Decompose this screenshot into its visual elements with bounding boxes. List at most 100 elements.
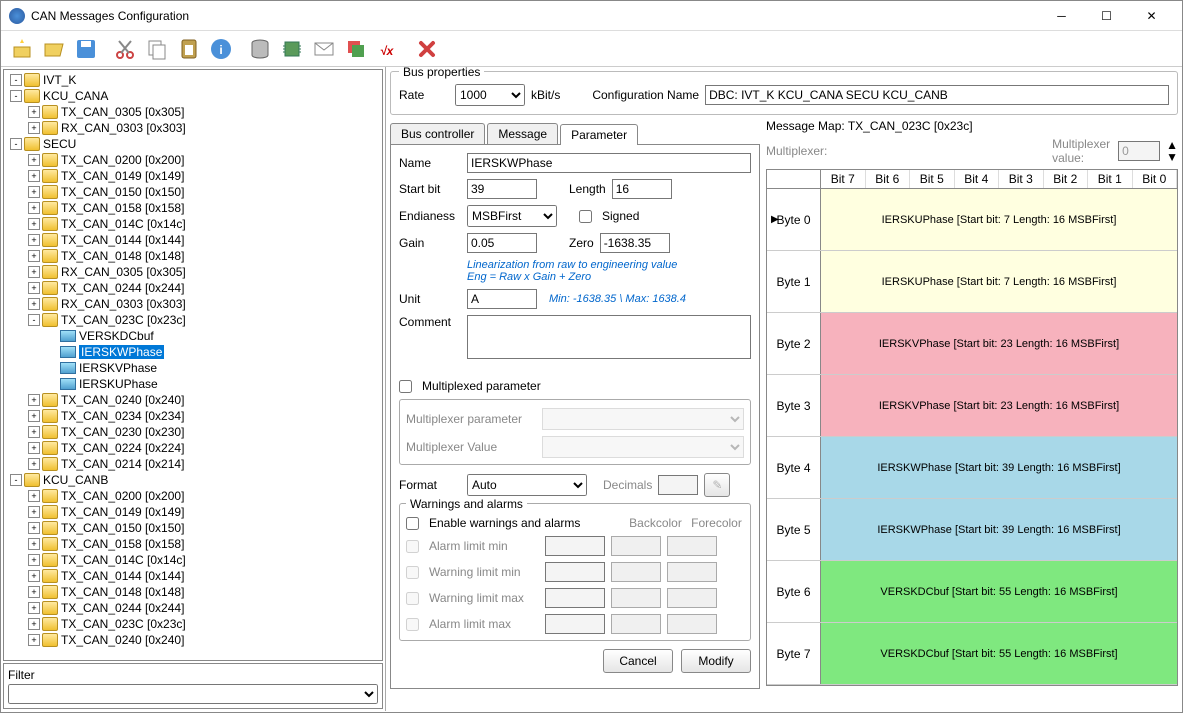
- format-select[interactable]: Auto: [467, 474, 587, 496]
- tree-item[interactable]: +RX_CAN_0303 [0x303]: [6, 120, 380, 136]
- byte-row[interactable]: Byte 6VERSKDCbuf [Start bit: 55 Length: …: [767, 561, 1177, 623]
- tree-item[interactable]: +TX_CAN_0144 [0x144]: [6, 568, 380, 584]
- new-icon[interactable]: [7, 34, 37, 64]
- database-icon[interactable]: [245, 34, 275, 64]
- expand-icon[interactable]: +: [28, 522, 40, 534]
- expand-icon[interactable]: +: [28, 154, 40, 166]
- expand-icon[interactable]: +: [28, 106, 40, 118]
- expand-icon[interactable]: +: [28, 442, 40, 454]
- zero-input[interactable]: [600, 233, 670, 253]
- cut-icon[interactable]: [110, 34, 140, 64]
- tree-item[interactable]: +TX_CAN_0305 [0x305]: [6, 104, 380, 120]
- formula-icon[interactable]: √x: [373, 34, 403, 64]
- expand-icon[interactable]: +: [28, 298, 40, 310]
- tree-item[interactable]: IERSKWPhase: [6, 344, 380, 360]
- tree-item[interactable]: VERSKDCbuf: [6, 328, 380, 344]
- tree-item[interactable]: +RX_CAN_0303 [0x303]: [6, 296, 380, 312]
- cancel-button[interactable]: Cancel: [603, 649, 673, 673]
- name-input[interactable]: [467, 153, 751, 173]
- tree-item[interactable]: +TX_CAN_0144 [0x144]: [6, 232, 380, 248]
- tree-item[interactable]: +TX_CAN_0224 [0x224]: [6, 440, 380, 456]
- expand-icon[interactable]: +: [28, 570, 40, 582]
- expand-icon[interactable]: -: [10, 74, 22, 86]
- comment-input[interactable]: [467, 315, 751, 359]
- expand-icon[interactable]: +: [28, 394, 40, 406]
- minimize-button[interactable]: ─: [1039, 2, 1084, 30]
- gain-input[interactable]: [467, 233, 537, 253]
- expand-icon[interactable]: +: [28, 410, 40, 422]
- byte-row[interactable]: Byte 7VERSKDCbuf [Start bit: 55 Length: …: [767, 623, 1177, 685]
- tree-item[interactable]: +TX_CAN_0230 [0x230]: [6, 424, 380, 440]
- byte-row[interactable]: Byte 5IERSKWPhase [Start bit: 39 Length:…: [767, 499, 1177, 561]
- expand-icon[interactable]: +: [28, 618, 40, 630]
- cfgname-input[interactable]: [705, 85, 1169, 105]
- tree-item[interactable]: +TX_CAN_0148 [0x148]: [6, 248, 380, 264]
- tree-item[interactable]: +TX_CAN_023C [0x23c]: [6, 616, 380, 632]
- expand-icon[interactable]: +: [28, 282, 40, 294]
- startbit-input[interactable]: [467, 179, 537, 199]
- expand-icon[interactable]: +: [28, 234, 40, 246]
- save-icon[interactable]: [71, 34, 101, 64]
- rate-select[interactable]: 1000: [455, 84, 525, 106]
- tree-item[interactable]: +TX_CAN_0158 [0x158]: [6, 536, 380, 552]
- expand-icon[interactable]: +: [28, 170, 40, 182]
- tab-message[interactable]: Message: [487, 123, 558, 144]
- byte-row[interactable]: Byte 4IERSKWPhase [Start bit: 39 Length:…: [767, 437, 1177, 499]
- unit-input[interactable]: [467, 289, 537, 309]
- tree-item[interactable]: -KCU_CANA: [6, 88, 380, 104]
- byte-row[interactable]: Byte 2IERSKVPhase [Start bit: 23 Length:…: [767, 313, 1177, 375]
- tree-item[interactable]: +TX_CAN_0150 [0x150]: [6, 520, 380, 536]
- tree-item[interactable]: +TX_CAN_0150 [0x150]: [6, 184, 380, 200]
- expand-icon[interactable]: +: [28, 586, 40, 598]
- open-icon[interactable]: [39, 34, 69, 64]
- tree-item[interactable]: +TX_CAN_0148 [0x148]: [6, 584, 380, 600]
- tree-item[interactable]: +TX_CAN_0149 [0x149]: [6, 168, 380, 184]
- expand-icon[interactable]: +: [28, 506, 40, 518]
- tree-item[interactable]: -SECU: [6, 136, 380, 152]
- message-tree[interactable]: -IVT_K-KCU_CANA+TX_CAN_0305 [0x305]+RX_C…: [3, 69, 383, 661]
- tree-item[interactable]: +TX_CAN_0244 [0x244]: [6, 600, 380, 616]
- copy-icon[interactable]: [142, 34, 172, 64]
- expand-icon[interactable]: +: [28, 218, 40, 230]
- maximize-button[interactable]: ☐: [1084, 2, 1129, 30]
- length-input[interactable]: [612, 179, 672, 199]
- tree-item[interactable]: +TX_CAN_0234 [0x234]: [6, 408, 380, 424]
- filter-select[interactable]: [8, 684, 378, 704]
- tree-item[interactable]: +TX_CAN_014C [0x14c]: [6, 216, 380, 232]
- byte-row[interactable]: Byte 1IERSKUPhase [Start bit: 7 Length: …: [767, 251, 1177, 313]
- modify-button[interactable]: Modify: [681, 649, 751, 673]
- tree-item[interactable]: -TX_CAN_023C [0x23c]: [6, 312, 380, 328]
- mail-icon[interactable]: [309, 34, 339, 64]
- expand-icon[interactable]: +: [28, 554, 40, 566]
- tree-item[interactable]: +TX_CAN_0240 [0x240]: [6, 392, 380, 408]
- expand-icon[interactable]: +: [28, 490, 40, 502]
- expand-icon[interactable]: -: [10, 90, 22, 102]
- expand-icon[interactable]: +: [28, 186, 40, 198]
- endian-select[interactable]: MSBFirst: [467, 205, 557, 227]
- tree-item[interactable]: +TX_CAN_0200 [0x200]: [6, 152, 380, 168]
- expand-icon[interactable]: +: [28, 538, 40, 550]
- expand-icon[interactable]: +: [28, 426, 40, 438]
- multiplexed-checkbox[interactable]: [399, 380, 412, 393]
- tree-item[interactable]: IERSKUPhase: [6, 376, 380, 392]
- tab-parameter[interactable]: Parameter: [560, 124, 638, 145]
- expand-icon[interactable]: +: [28, 458, 40, 470]
- tree-item[interactable]: -IVT_K: [6, 72, 380, 88]
- expand-icon[interactable]: -: [28, 314, 40, 326]
- expand-icon[interactable]: -: [10, 138, 22, 150]
- tree-item[interactable]: +TX_CAN_0200 [0x200]: [6, 488, 380, 504]
- tree-item[interactable]: +TX_CAN_0149 [0x149]: [6, 504, 380, 520]
- layers-icon[interactable]: [341, 34, 371, 64]
- byte-row[interactable]: ▶Byte 0IERSKUPhase [Start bit: 7 Length:…: [767, 189, 1177, 251]
- close-button[interactable]: ✕: [1129, 2, 1174, 30]
- chip-icon[interactable]: [277, 34, 307, 64]
- expand-icon[interactable]: +: [28, 634, 40, 646]
- tree-item[interactable]: +TX_CAN_014C [0x14c]: [6, 552, 380, 568]
- expand-icon[interactable]: +: [28, 202, 40, 214]
- expand-icon[interactable]: +: [28, 602, 40, 614]
- expand-icon[interactable]: +: [28, 250, 40, 262]
- tree-item[interactable]: IERSKVPhase: [6, 360, 380, 376]
- tree-item[interactable]: +RX_CAN_0305 [0x305]: [6, 264, 380, 280]
- info-icon[interactable]: i: [206, 34, 236, 64]
- tree-item[interactable]: +TX_CAN_0244 [0x244]: [6, 280, 380, 296]
